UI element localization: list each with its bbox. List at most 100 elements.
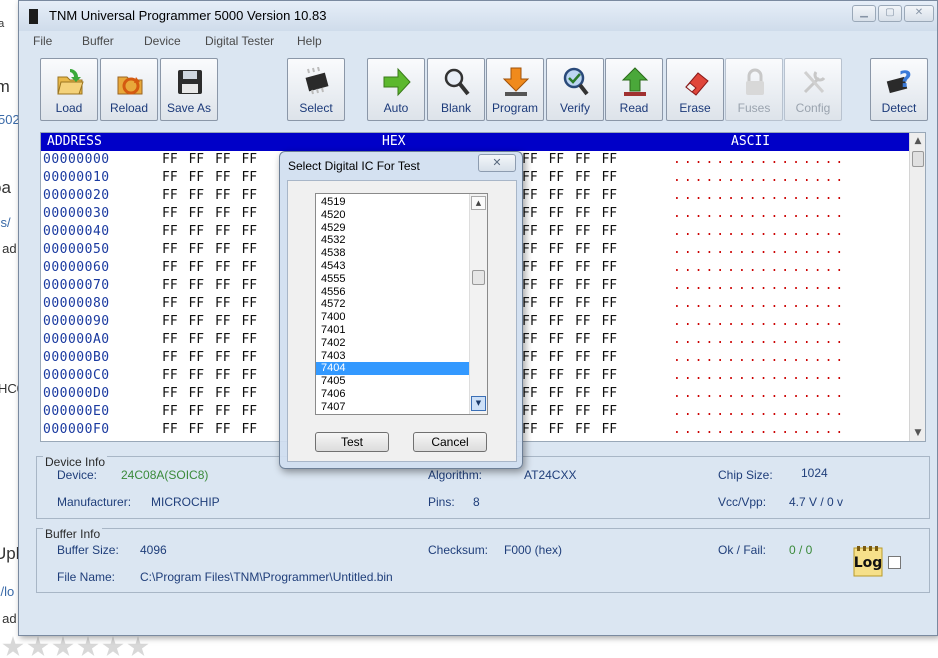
fuses-button[interactable]: Fuses <box>725 58 783 121</box>
ic-listbox[interactable]: 4519 4520 4529 4532 4538 4543 4555 4556 4572 7400… <box>315 193 488 415</box>
save-as-button[interactable]: Save As <box>160 58 218 121</box>
address-cell: 00000000 <box>43 152 110 167</box>
menu-device[interactable]: Device <box>144 34 181 48</box>
minimize-button[interactable]: ▁ <box>852 5 876 22</box>
log-checkbox[interactable] <box>888 556 901 569</box>
dialog-close-button[interactable]: ✕ <box>478 154 516 172</box>
address-cell: 00000080 <box>43 296 110 311</box>
hex-bytes-left: FF FF FF FF <box>162 260 258 275</box>
scroll-thumb[interactable] <box>472 270 485 285</box>
config-button[interactable]: Config <box>784 58 842 121</box>
hex-column-header: HEX <box>382 134 406 149</box>
verify-button[interactable]: Verify <box>546 58 604 121</box>
scroll-up-icon[interactable]: ▲ <box>910 133 925 149</box>
ic-list-item[interactable]: 7405 <box>316 375 469 388</box>
floppy-disk-icon <box>178 70 202 94</box>
ic-list-item[interactable]: 7402 <box>316 337 469 350</box>
blank-label: Blank <box>440 101 472 115</box>
background-text-fragment: s/lo <box>0 584 15 599</box>
erase-button[interactable]: Erase <box>666 58 724 121</box>
read-button[interactable]: Read <box>605 58 663 121</box>
ic-list-item[interactable]: 7407 <box>316 401 469 414</box>
hex-bytes-left: FF FF FF FF <box>162 296 258 311</box>
ic-list-item[interactable]: 4532 <box>316 234 469 247</box>
hex-bytes-left: FF FF FF FF <box>162 350 258 365</box>
ic-list-item[interactable]: 4555 <box>316 273 469 286</box>
ic-list-item[interactable]: 4519 <box>316 196 469 209</box>
ic-list-item[interactable]: 7401 <box>316 324 469 337</box>
select-digital-ic-dialog: Select Digital IC For Test ✕ 4519 4520 452… <box>279 151 523 469</box>
background-text-fragment: rm <box>0 77 10 96</box>
hex-bytes-right: FF FF FF FF <box>522 170 618 185</box>
ascii-cell: ................ <box>673 422 847 437</box>
load-button[interactable]: Load <box>40 58 98 121</box>
hex-bytes-right: FF FF FF FF <box>522 350 618 365</box>
file-name-label: File Name: <box>57 570 116 584</box>
scroll-up-icon[interactable]: ▲ <box>471 196 486 210</box>
ic-list-item[interactable]: 7406 <box>316 388 469 401</box>
ascii-cell: ................ <box>673 260 847 275</box>
scroll-down-icon[interactable]: ▼ <box>471 396 486 411</box>
pins-label: Pins: <box>428 495 455 509</box>
cancel-button[interactable]: Cancel <box>413 432 487 452</box>
file-name-value: C:\Program Files\TNM\Programmer\Untitled… <box>140 570 393 584</box>
reload-button[interactable]: Reload <box>100 58 158 121</box>
config-label: Config <box>795 101 831 115</box>
hex-bytes-left: FF FF FF FF <box>162 224 258 239</box>
chip-size-value: 1024 <box>801 466 828 480</box>
hex-bytes-left: FF FF FF FF <box>162 404 258 419</box>
hex-bytes-right: FF FF FF FF <box>522 224 618 239</box>
hex-bytes-left: FF FF FF FF <box>162 332 258 347</box>
buffer-size-label: Buffer Size: <box>57 543 119 557</box>
close-button[interactable]: ✕ <box>904 5 934 22</box>
address-cell: 00000020 <box>43 188 110 203</box>
save-as-label: Save As <box>166 101 212 115</box>
ic-list-item[interactable]: 4520 <box>316 209 469 222</box>
menu-digital-tester[interactable]: Digital Tester <box>205 34 274 48</box>
ic-list-item[interactable]: 7404 <box>316 362 469 376</box>
auto-button[interactable]: Auto <box>367 58 425 121</box>
chip-size-label: Chip Size: <box>718 468 773 482</box>
ic-list-item[interactable]: 4529 <box>316 222 469 235</box>
ic-list-item[interactable]: 4572 <box>316 298 469 311</box>
detect-button[interactable]: ? Detect <box>870 58 928 121</box>
ic-list-item[interactable]: 7403 <box>316 350 469 363</box>
menu-buffer[interactable]: Buffer <box>82 34 114 48</box>
log-button[interactable]: Log <box>851 545 885 579</box>
device-info-title: Device Info <box>43 455 108 469</box>
ic-list-item[interactable]: 4556 <box>316 286 469 299</box>
close-icon: ✕ <box>914 7 924 18</box>
address-cell: 000000A0 <box>43 332 110 347</box>
scroll-down-icon[interactable]: ▼ <box>910 425 925 441</box>
program-button[interactable]: Program <box>486 58 544 121</box>
blank-button[interactable]: Blank <box>427 58 485 121</box>
ok-fail-value: 0 / 0 <box>789 543 813 557</box>
checksum-value: F000 (hex) <box>504 543 563 557</box>
star-icon <box>77 636 99 657</box>
select-button[interactable]: Select <box>287 58 345 121</box>
hex-scrollbar[interactable]: ▲ ▼ <box>909 133 925 441</box>
menu-file[interactable]: File <box>33 34 52 48</box>
menu-help[interactable]: Help <box>297 34 322 48</box>
background-text-fragment: 502 <box>0 112 20 127</box>
fuses-label: Fuses <box>737 101 771 115</box>
star-icon <box>27 636 49 657</box>
magnifier-icon <box>444 68 470 96</box>
ic-list-scrollbar[interactable]: ▲ ▼ <box>469 194 487 414</box>
algorithm-value: AT24CXX <box>524 468 577 482</box>
background-text-fragment: Upl <box>0 544 20 563</box>
ic-list-item[interactable]: 7400 <box>316 311 469 324</box>
ic-list-item[interactable]: 4543 <box>316 260 469 273</box>
address-cell: 00000060 <box>43 260 110 275</box>
maximize-button[interactable]: ▢ <box>878 5 902 22</box>
address-cell: 00000050 <box>43 242 110 257</box>
ic-list-item[interactable]: 4538 <box>316 247 469 260</box>
detect-label: Detect <box>881 101 917 115</box>
scroll-thumb[interactable] <box>912 151 924 167</box>
ascii-cell: ................ <box>673 404 847 419</box>
hex-header: ADDRESS HEX ASCII <box>41 133 909 151</box>
menu-bar: File Buffer Device Digital Tester Help <box>19 31 937 51</box>
reload-label: Reload <box>109 101 149 115</box>
test-button[interactable]: Test <box>315 432 389 452</box>
background-text-fragment: oa <box>0 178 11 197</box>
